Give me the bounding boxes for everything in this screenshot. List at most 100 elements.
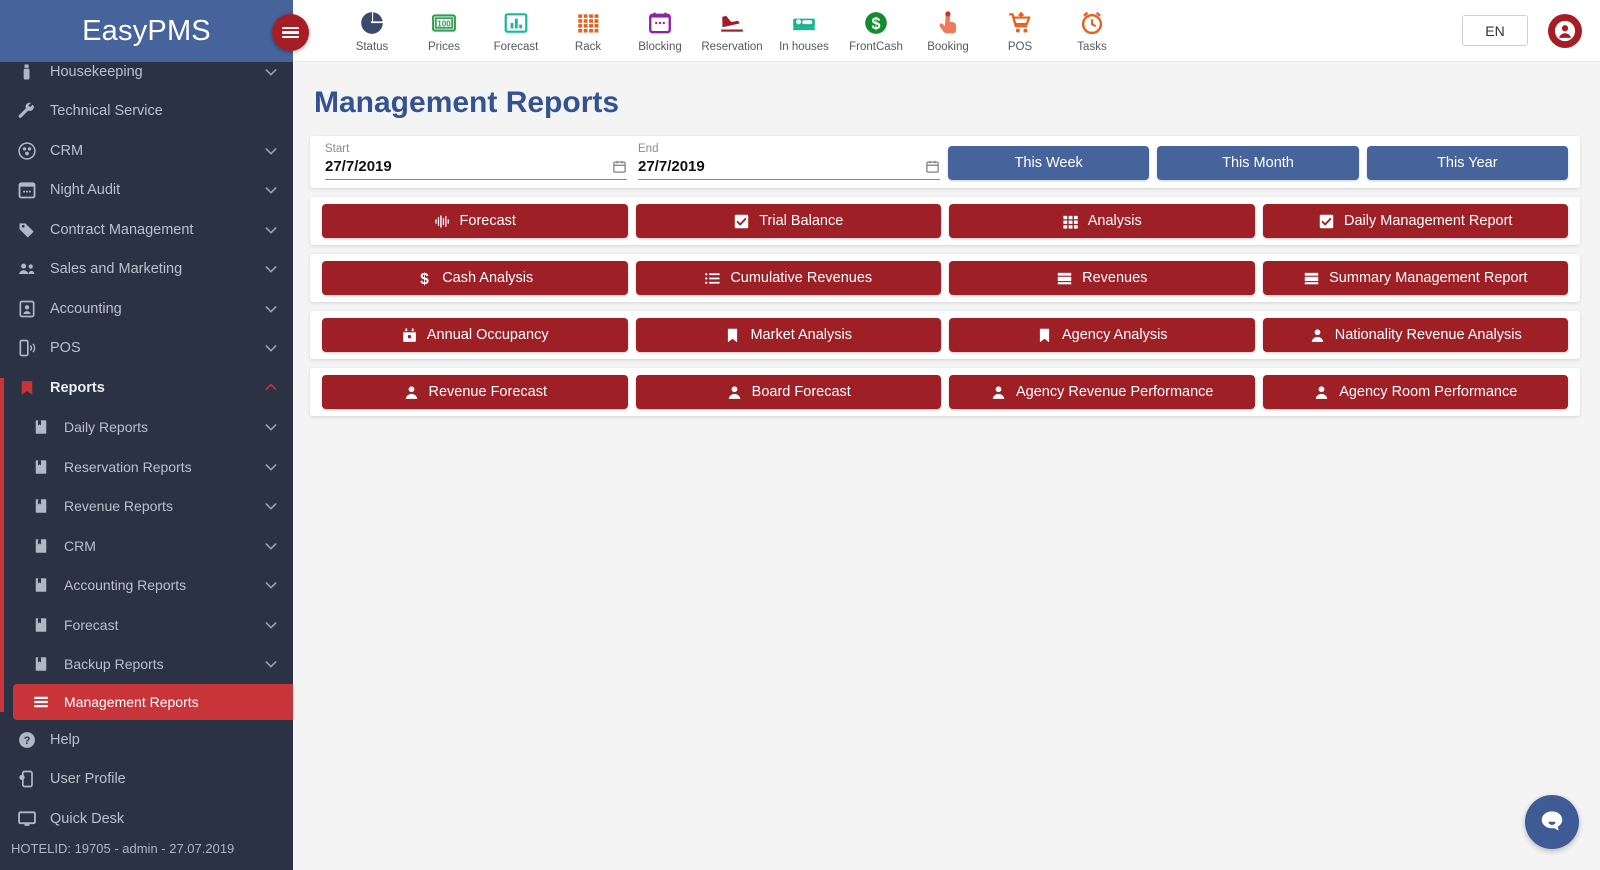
report-button-label: Forecast: [460, 213, 516, 229]
report-button-analysis[interactable]: Analysis: [949, 204, 1255, 238]
report-button-market-analysis[interactable]: Market Analysis: [636, 318, 942, 352]
topnav-item-blocking[interactable]: Blocking: [624, 2, 696, 60]
chevron-down-icon[interactable]: [263, 498, 279, 514]
start-date-value: 27/7/2019: [325, 158, 612, 175]
topnav-item-label: In houses: [779, 41, 829, 53]
chevron-down-icon[interactable]: [263, 694, 279, 710]
mobile-pos-icon: [16, 337, 38, 359]
topnav-item-tasks[interactable]: Tasks: [1056, 2, 1128, 60]
chevron-down-icon[interactable]: [263, 222, 279, 238]
sidebar-item-backup-reports[interactable]: Backup Reports: [0, 645, 293, 685]
chevron-down-icon[interactable]: [263, 103, 279, 119]
topnav-item-prices[interactable]: 100Prices: [408, 2, 480, 60]
topnav-item-in-houses[interactable]: In houses: [768, 2, 840, 60]
sidebar-active-accent: [0, 378, 4, 712]
contact-card-icon: [16, 298, 38, 320]
chevron-down-icon[interactable]: [263, 301, 279, 317]
bookmark-icon: [30, 495, 52, 517]
report-button-agency-analysis[interactable]: Agency Analysis: [949, 318, 1255, 352]
chevron-down-icon[interactable]: [263, 459, 279, 475]
report-button-revenues[interactable]: Revenues: [949, 261, 1255, 295]
report-button-cumulative-revenues[interactable]: Cumulative Revenues: [636, 261, 942, 295]
sidebar-item-crm[interactable]: CRM: [0, 526, 293, 566]
start-date-field[interactable]: Start 27/7/2019: [322, 143, 627, 180]
sidebar-item-daily-reports[interactable]: Daily Reports: [0, 408, 293, 448]
sidebar-item-crm[interactable]: CRM: [0, 131, 293, 171]
sidebar-item-forecast[interactable]: Forecast: [0, 605, 293, 645]
chevron-down-icon[interactable]: [263, 143, 279, 159]
sidebar-item-label: CRM: [64, 538, 263, 554]
report-button-agency-room-performance[interactable]: Agency Room Performance: [1263, 375, 1569, 409]
chevron-up-icon[interactable]: [263, 380, 279, 396]
sidebar-item-label: User Profile: [50, 771, 263, 787]
sidebar-item-contract-management[interactable]: Contract Management: [0, 210, 293, 250]
report-button-revenue-forecast[interactable]: Revenue Forecast: [322, 375, 628, 409]
user-avatar-button[interactable]: [1548, 14, 1582, 48]
report-button-label: Agency Analysis: [1062, 327, 1168, 343]
chevron-down-icon[interactable]: [263, 261, 279, 277]
chevron-down-icon[interactable]: [263, 340, 279, 356]
topnav-item-booking[interactable]: Booking: [912, 2, 984, 60]
report-button-forecast[interactable]: Forecast: [322, 204, 628, 238]
end-date-field[interactable]: End 27/7/2019: [635, 143, 940, 180]
menu-toggle-button[interactable]: [272, 14, 309, 51]
top-nav-icons[interactable]: Status100PricesForecastRackBlockingReser…: [336, 2, 1128, 60]
report-button-board-forecast[interactable]: Board Forecast: [636, 375, 942, 409]
topnav-item-reservation[interactable]: Reservation: [696, 2, 768, 60]
language-button[interactable]: EN: [1462, 15, 1528, 46]
calendar-picker-icon[interactable]: [612, 159, 627, 174]
sidebar-item-accounting-reports[interactable]: Accounting Reports: [0, 566, 293, 606]
brand-name: EasyPMS: [82, 15, 211, 48]
chevron-down-icon[interactable]: [263, 656, 279, 672]
calendar-picker-icon[interactable]: [925, 159, 940, 174]
chat-support-button[interactable]: [1525, 795, 1579, 849]
chevron-down-icon[interactable]: [263, 182, 279, 198]
chevron-down-icon[interactable]: [263, 64, 279, 80]
report-button-daily-management-report[interactable]: Daily Management Report: [1263, 204, 1569, 238]
sidebar-item-label: Forecast: [64, 617, 263, 633]
person-icon: [990, 384, 1007, 401]
tag-icon: [16, 219, 38, 241]
report-button-agency-revenue-performance[interactable]: Agency Revenue Performance: [949, 375, 1255, 409]
report-button-summary-management-report[interactable]: Summary Management Report: [1263, 261, 1569, 295]
sidebar-item-label: Night Audit: [50, 182, 263, 198]
chevron-down-icon[interactable]: [263, 617, 279, 633]
sidebar-item-technical-service[interactable]: Technical Service: [0, 92, 293, 132]
sidebar-item-quick-desk[interactable]: Quick Desk: [0, 799, 293, 826]
sidebar-item-revenue-reports[interactable]: Revenue Reports: [0, 487, 293, 527]
bed-icon: [791, 8, 817, 38]
sidebar-item-accounting[interactable]: Accounting: [0, 289, 293, 329]
chevron-down-icon[interactable]: [263, 811, 279, 826]
chevron-down-icon[interactable]: [263, 538, 279, 554]
sidebar-item-help[interactable]: ?Help: [0, 720, 293, 760]
chevron-down-icon[interactable]: [263, 771, 279, 787]
topnav-item-frontcash[interactable]: $FrontCash: [840, 2, 912, 60]
sidebar-item-user-profile[interactable]: User Profile: [0, 760, 293, 800]
sidebar-item-reports[interactable]: Reports: [0, 368, 293, 408]
sidebar-item-management-reports[interactable]: Management Reports: [13, 684, 293, 720]
sidebar-item-label: Backup Reports: [64, 656, 263, 672]
topnav-item-forecast[interactable]: Forecast: [480, 2, 552, 60]
report-button-trial-balance[interactable]: Trial Balance: [636, 204, 942, 238]
topnav-item-status[interactable]: Status: [336, 2, 408, 60]
sidebar-item-reservation-reports[interactable]: Reservation Reports: [0, 447, 293, 487]
person-icon: [1309, 327, 1326, 344]
this-month-button[interactable]: This Month: [1157, 146, 1358, 180]
this-year-button[interactable]: This Year: [1367, 146, 1568, 180]
topnav-item-pos[interactable]: POS: [984, 2, 1056, 60]
topnav-item-rack[interactable]: Rack: [552, 2, 624, 60]
bar-chart-icon: [503, 8, 529, 38]
sidebar-item-sales-and-marketing[interactable]: Sales and Marketing: [0, 250, 293, 290]
sidebar-item-night-audit[interactable]: Night Audit: [0, 171, 293, 211]
sidebar-item-label: Housekeeping: [50, 64, 263, 80]
sidebar-item-pos[interactable]: POS: [0, 329, 293, 369]
chevron-down-icon[interactable]: [263, 419, 279, 435]
report-button-nationality-revenue-analysis[interactable]: Nationality Revenue Analysis: [1263, 318, 1569, 352]
this-week-button[interactable]: This Week: [948, 146, 1149, 180]
report-button-annual-occupancy[interactable]: Annual Occupancy: [322, 318, 628, 352]
chevron-down-icon[interactable]: [263, 732, 279, 748]
chevron-down-icon[interactable]: [263, 577, 279, 593]
sidebar-nav[interactable]: HousekeepingTechnical ServiceCRMNight Au…: [0, 0, 293, 826]
main-area: Status100PricesForecastRackBlockingReser…: [293, 0, 1600, 870]
report-button-cash-analysis[interactable]: $Cash Analysis: [322, 261, 628, 295]
